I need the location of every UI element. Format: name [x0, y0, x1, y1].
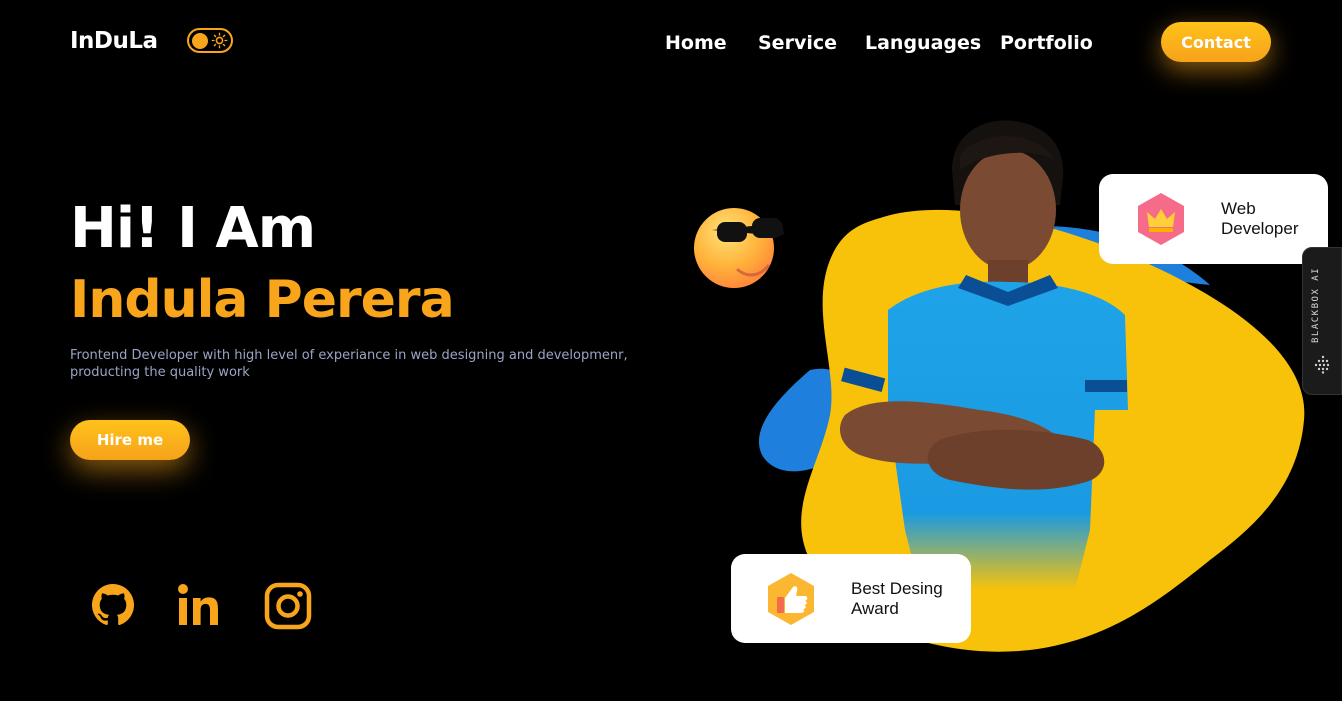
- nav-portfolio[interactable]: Portfolio: [1000, 32, 1093, 54]
- sunglasses-emoji: [694, 208, 784, 288]
- nav-languages[interactable]: Languages: [865, 32, 981, 54]
- web-developer-card: Web Developer: [1099, 174, 1328, 264]
- sun-icon: [211, 32, 228, 49]
- side-tab-label: BLACKBOX AI: [1311, 266, 1321, 343]
- blackbox-ai-side-tab[interactable]: BLACKBOX AI: [1302, 247, 1342, 395]
- thumbs-up-icon: [768, 572, 814, 625]
- best-design-award-label: Best Desing Award: [851, 578, 943, 618]
- hire-me-button[interactable]: Hire me: [70, 420, 190, 460]
- toggle-knob: [192, 32, 208, 49]
- instagram-icon[interactable]: [263, 580, 313, 632]
- crown-icon: [1138, 193, 1184, 245]
- web-developer-label: Web Developer: [1221, 199, 1299, 238]
- hero-greeting: Hi! I Am: [70, 196, 316, 261]
- linkedin-icon[interactable]: [175, 580, 225, 632]
- nav-home[interactable]: Home: [665, 32, 727, 54]
- hero-description: Frontend Developer with high level of ex…: [70, 348, 628, 380]
- best-design-award-card: Best Desing Award: [731, 554, 971, 643]
- hero-name: Indula Perera: [70, 270, 455, 330]
- nav-service[interactable]: Service: [758, 32, 837, 54]
- dots-icon: [1314, 355, 1330, 374]
- github-icon[interactable]: [88, 580, 138, 632]
- theme-toggle[interactable]: [187, 28, 233, 53]
- contact-button[interactable]: Contact: [1161, 22, 1271, 62]
- site-logo[interactable]: InDuLa: [70, 28, 158, 54]
